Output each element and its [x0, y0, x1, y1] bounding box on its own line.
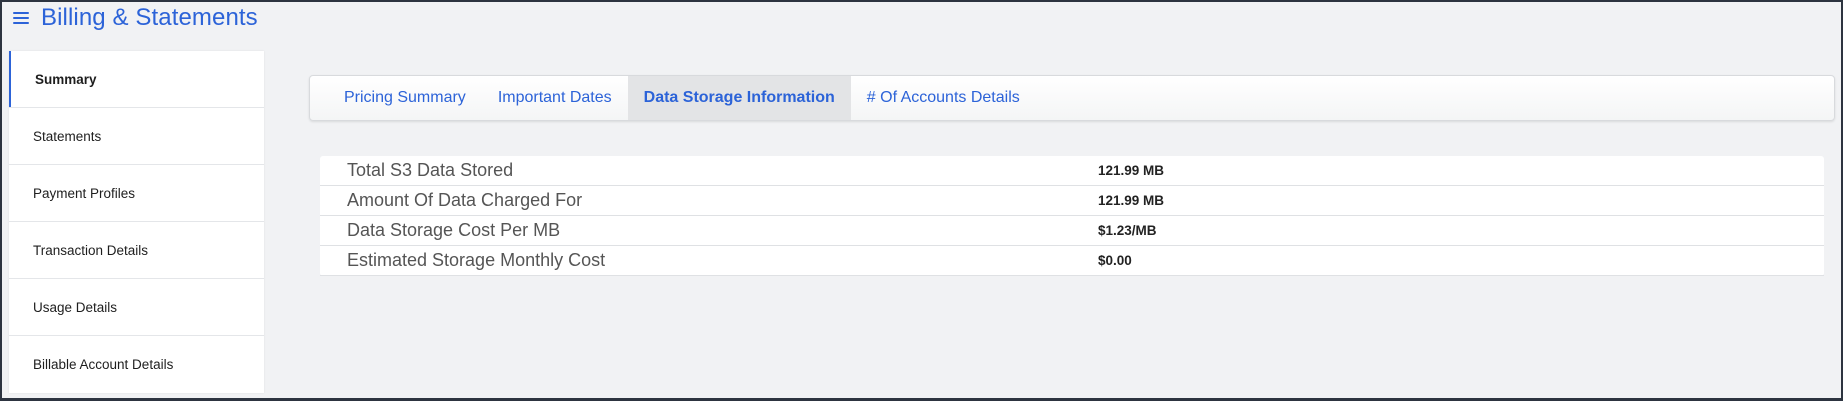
sidebar-item-transaction-details[interactable]: Transaction Details: [9, 222, 264, 279]
row-value: 121.99 MB: [1098, 163, 1165, 178]
sidebar-item-label: Transaction Details: [33, 242, 149, 258]
storage-info-table: Total S3 Data Stored 121.99 MB Amount Of…: [320, 156, 1824, 276]
sidebar-item-payment-profiles[interactable]: Payment Profiles: [9, 165, 264, 222]
page-header: Billing & Statements: [12, 2, 258, 34]
page: Billing & Statements Summary Statements …: [2, 2, 1841, 398]
sidebar-item-label: Payment Profiles: [33, 185, 136, 201]
table-row: Amount Of Data Charged For 121.99 MB: [320, 186, 1824, 216]
row-label: Total S3 Data Stored: [347, 160, 514, 180]
sidebar-item-summary[interactable]: Summary: [9, 51, 264, 108]
row-label: Data Storage Cost Per MB: [347, 220, 561, 240]
sidebar-item-label: Statements: [33, 128, 102, 144]
page-title: Billing & Statements: [41, 4, 258, 31]
tab-bar: Pricing Summary Important Dates Data Sto…: [309, 75, 1835, 121]
hamburger-menu-icon[interactable]: [12, 10, 30, 26]
row-label: Estimated Storage Monthly Cost: [347, 250, 606, 270]
tab-pricing-summary[interactable]: Pricing Summary: [328, 76, 482, 120]
table-row: Total S3 Data Stored 121.99 MB: [320, 156, 1824, 186]
row-label: Amount Of Data Charged For: [347, 190, 583, 210]
row-value: $0.00: [1098, 253, 1132, 268]
table-row: Data Storage Cost Per MB $1.23/MB: [320, 216, 1824, 246]
sidebar: Summary Statements Payment Profiles Tran…: [9, 51, 264, 393]
tab-data-storage-information[interactable]: Data Storage Information: [627, 76, 851, 120]
sidebar-item-billable-account-details[interactable]: Billable Account Details: [9, 336, 264, 393]
row-value: $1.23/MB: [1098, 223, 1157, 238]
row-value: 121.99 MB: [1098, 193, 1165, 208]
table-row: Estimated Storage Monthly Cost $0.00: [320, 246, 1824, 276]
sidebar-item-label: Billable Account Details: [33, 357, 174, 372]
sidebar-item-label: Usage Details: [33, 299, 118, 315]
sidebar-item-statements[interactable]: Statements: [9, 108, 264, 165]
tab-accounts-details[interactable]: # Of Accounts Details: [851, 76, 1036, 120]
tab-important-dates[interactable]: Important Dates: [482, 76, 628, 120]
sidebar-item-usage-details[interactable]: Usage Details: [9, 279, 264, 336]
sidebar-item-label: Summary: [35, 71, 97, 87]
